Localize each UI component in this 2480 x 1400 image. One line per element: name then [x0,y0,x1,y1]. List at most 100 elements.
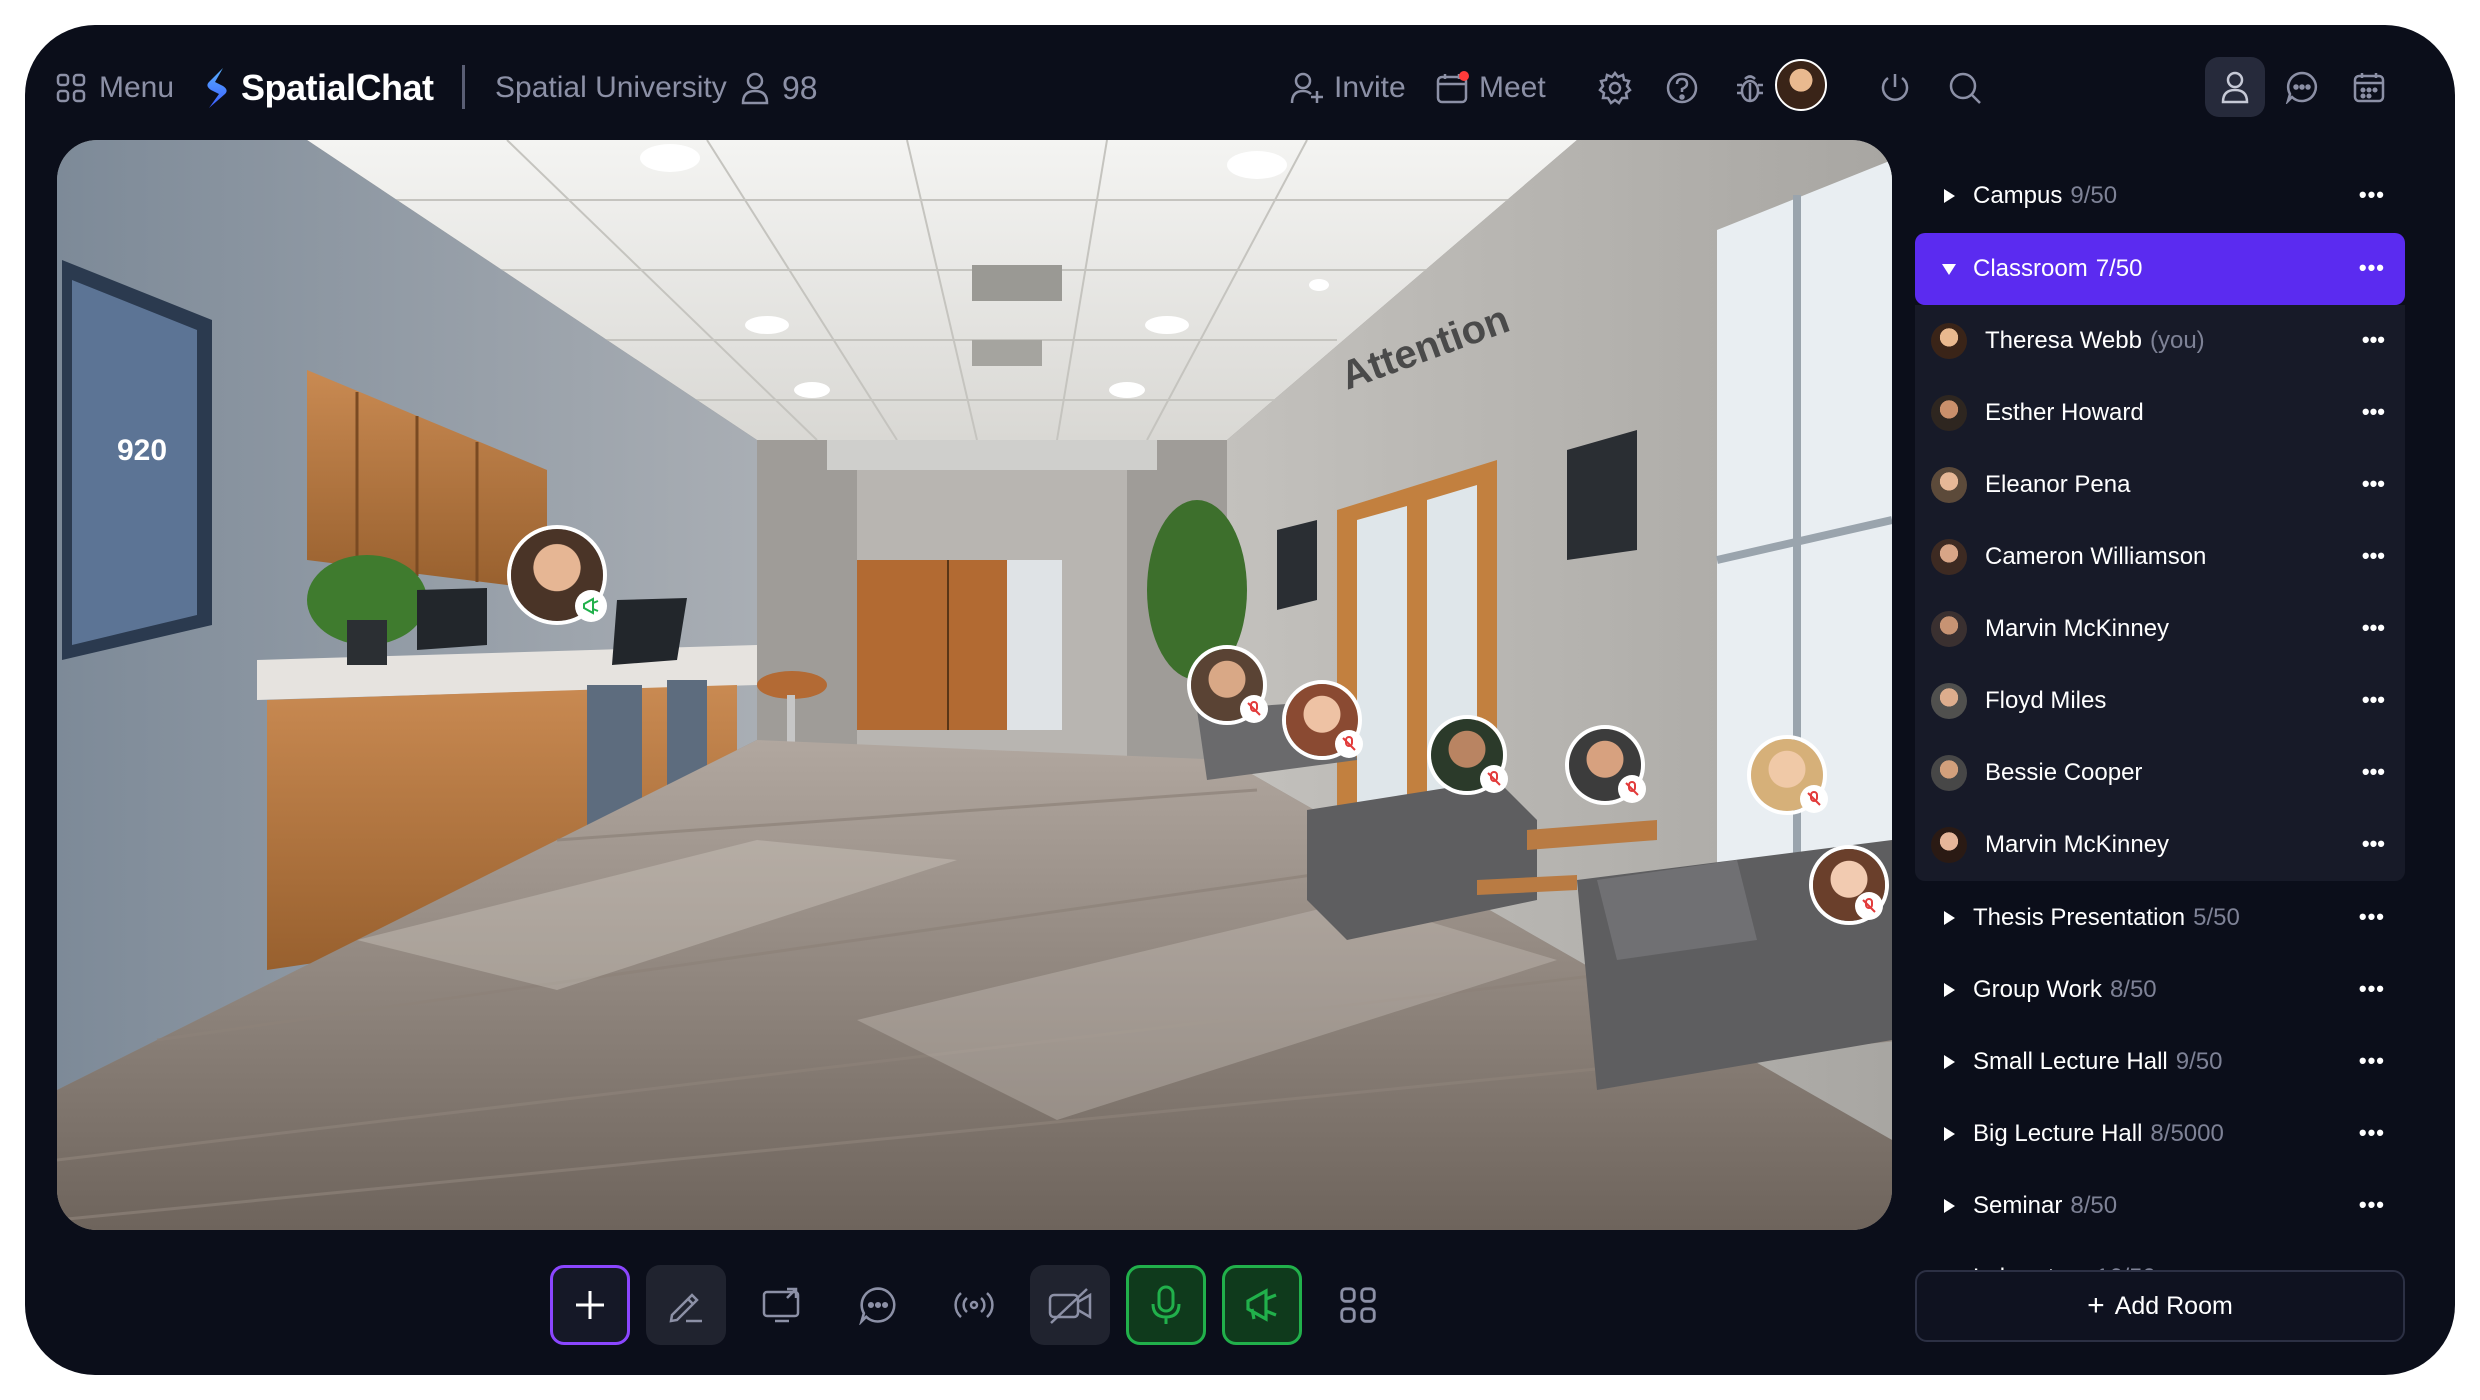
room-item-campus[interactable]: Campus 9/50 ••• [1915,160,2405,232]
add-content-button[interactable] [550,1265,630,1345]
user-avatar[interactable] [1775,59,1827,111]
mic-off-icon [1487,771,1501,786]
power-icon [1881,74,1909,101]
broadcast-icon [954,1292,994,1318]
more-options-icon[interactable]: ••• [2359,904,2385,930]
member-item[interactable]: Cameron Williamson ••• [1915,521,2405,593]
microphone-icon [1151,1285,1181,1324]
room-item-classroom[interactable]: Classroom 7/50 ••• [1915,233,2405,305]
search-button[interactable] [1940,63,1990,113]
bottom-toolbar [550,1265,1398,1345]
invite-button[interactable]: Invite [1290,63,1406,113]
more-options-icon[interactable]: ••• [2362,327,2385,353]
help-button[interactable] [1657,63,1707,113]
megaphone-button[interactable] [1222,1265,1302,1345]
room-name: Campus [1973,182,2063,209]
more-options-icon[interactable]: ••• [2362,759,2385,785]
room-count: 8/5000 [2150,1120,2224,1147]
member-name: Cameron Williamson [1985,543,2207,570]
menu-label: Menu [99,71,175,104]
more-options-icon[interactable]: ••• [2359,1120,2385,1146]
muted-badge [1240,695,1268,723]
participant-count-value: 98 [782,69,818,106]
report-bug-button[interactable] [1725,63,1775,113]
more-options-icon[interactable]: ••• [2362,615,2385,641]
member-name: Eleanor Pena [1985,471,2131,498]
room-name: Small Lecture Hall [1973,1048,2168,1075]
room-count: 7/50 [2095,255,2143,282]
tab-schedule[interactable] [2339,57,2399,117]
member-item[interactable]: Eleanor Pena ••• [1915,449,2405,521]
room-item-group-work[interactable]: Group Work 8/50 ••• [1915,954,2405,1026]
settings-button[interactable] [1590,63,1640,113]
search-icon [1949,72,1981,104]
member-avatar [1931,395,1967,431]
member-name: Floyd Miles [1985,687,2107,714]
room-name: Group Work [1973,976,2102,1003]
pencil-icon [669,1293,702,1323]
plus-icon: + [2087,1289,2105,1322]
calendar-icon [1436,71,1469,104]
member-item[interactable]: Bessie Cooper ••• [1915,737,2405,809]
member-item[interactable]: Floyd Miles ••• [1915,665,2405,737]
virtual-room-scene[interactable]: 920 Attention [57,140,1892,1230]
member-avatar [1931,539,1967,575]
org-name[interactable]: Spatial University [495,63,727,113]
add-room-label: Add Room [2114,1291,2233,1320]
room-count: 9/50 [2175,1048,2223,1075]
member-avatar [1931,827,1967,863]
member-item[interactable]: Esther Howard ••• [1915,377,2405,449]
more-options-icon[interactable]: ••• [2359,1048,2385,1074]
member-item[interactable]: Marvin McKinney ••• [1915,593,2405,665]
more-options-icon[interactable]: ••• [2362,471,2385,497]
invite-label: Invite [1334,71,1406,104]
gear-icon [1598,71,1632,105]
more-options-icon[interactable]: ••• [2362,831,2385,857]
calendar-icon [2353,73,2385,103]
more-options-icon[interactable]: ••• [2362,543,2385,569]
more-options-icon[interactable]: ••• [2362,687,2385,713]
room-item-thesis-presentation[interactable]: Thesis Presentation 5/50 ••• [1915,882,2405,954]
megaphone-icon [1246,1288,1277,1322]
broadcast-button[interactable] [934,1265,1014,1345]
muted-badge [1335,730,1363,758]
room-item-small-lecture-hall[interactable]: Small Lecture Hall 9/50 ••• [1915,1026,2405,1098]
participant-count[interactable]: 98 [740,63,818,113]
meet-label: Meet [1479,71,1546,104]
more-options-icon[interactable]: ••• [2359,976,2385,1002]
member-name: Bessie Cooper [1985,759,2143,786]
microphone-toggle-button[interactable] [1126,1265,1206,1345]
speaker-badge [575,590,607,622]
chat-icon [2285,71,2318,104]
apps-button[interactable] [1318,1265,1398,1345]
draw-button[interactable] [646,1265,726,1345]
muted-badge [1800,785,1828,813]
more-options-icon[interactable]: ••• [2362,399,2385,425]
caret-right-icon [1925,188,1973,204]
tab-people[interactable] [2205,57,2265,117]
camera-toggle-button[interactable] [1030,1265,1110,1345]
meet-button[interactable]: Meet [1435,63,1546,113]
screen-share-button[interactable] [742,1265,822,1345]
more-options-icon[interactable]: ••• [2359,255,2385,281]
member-item[interactable]: Theresa Webb (you) ••• [1915,305,2405,377]
menu-button[interactable]: Menu [55,63,174,113]
chat-button[interactable] [838,1265,918,1345]
caret-right-icon [1925,1198,1973,1214]
screen-share-icon [762,1287,800,1323]
member-name: Esther Howard [1985,399,2144,426]
leave-button[interactable] [1870,63,1920,113]
caret-right-icon [1925,982,1973,998]
mic-off-icon [1862,898,1876,913]
room-item-seminar[interactable]: Seminar 8/50 ••• [1915,1170,2405,1242]
more-options-icon[interactable]: ••• [2359,1192,2385,1218]
more-options-icon[interactable]: ••• [2359,182,2385,208]
mic-off-icon [1625,781,1639,796]
tab-chat[interactable] [2272,57,2332,117]
member-item[interactable]: Marvin McKinney ••• [1915,809,2405,881]
room-item-big-lecture-hall[interactable]: Big Lecture Hall 8/5000 ••• [1915,1098,2405,1170]
mic-off-icon [1342,736,1356,751]
add-room-button[interactable]: + Add Room [1915,1270,2405,1342]
room-count: 9/50 [2070,182,2118,209]
brand-logo: SpatialChat [203,63,434,113]
